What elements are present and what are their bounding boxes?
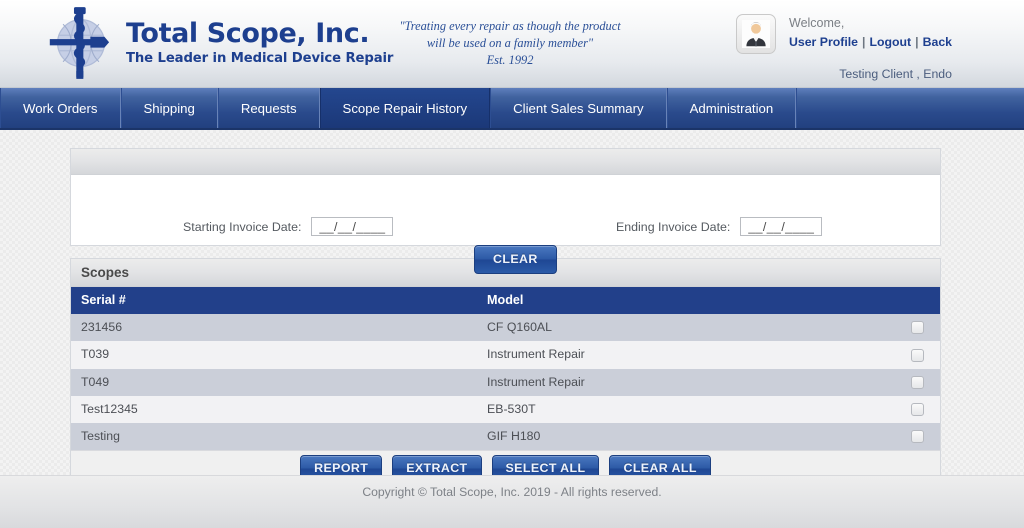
- scopes-panel: Scopes Serial # Model 231456 CF Q160AL T…: [70, 258, 941, 488]
- cell-select: [894, 423, 940, 451]
- cell-serial: Testing: [71, 423, 478, 451]
- client-context-label: Testing Client , Endo: [839, 67, 952, 81]
- invoice-date-filter-panel: Starting Invoice Date: Ending Invoice Da…: [70, 148, 941, 274]
- cell-serial: T049: [71, 368, 478, 396]
- row-checkbox[interactable]: [910, 348, 924, 362]
- main-navigation: Work Orders Shipping Requests Scope Repa…: [0, 88, 1024, 130]
- cell-select: [894, 368, 940, 396]
- user-profile-link[interactable]: User Profile: [789, 35, 858, 49]
- starting-invoice-date-label: Starting Invoice Date:: [183, 219, 302, 234]
- nav-item-requests[interactable]: Requests: [217, 88, 320, 128]
- scopes-table-header: Serial # Model: [71, 287, 940, 314]
- brand-logo-block[interactable]: Total Scope, Inc. The Leader in Medical …: [42, 4, 393, 82]
- nav-filler: [796, 88, 1024, 128]
- filter-panel-body: Starting Invoice Date: Ending Invoice Da…: [71, 175, 940, 274]
- table-row[interactable]: Test12345 EB-530T: [71, 395, 940, 423]
- scope-caduceus-globe-logo-icon: [49, 7, 110, 79]
- table-row[interactable]: T049 Instrument Repair: [71, 368, 940, 396]
- row-checkbox[interactable]: [910, 375, 924, 389]
- nav-item-administration[interactable]: Administration: [666, 88, 797, 128]
- ending-invoice-date-input[interactable]: [740, 217, 823, 236]
- column-header-serial[interactable]: Serial #: [71, 287, 478, 314]
- row-checkbox[interactable]: [910, 321, 924, 335]
- ending-invoice-date-label: Ending Invoice Date:: [616, 219, 731, 234]
- cell-select: [894, 395, 940, 423]
- link-separator-1: |: [862, 35, 866, 50]
- nav-item-work-orders[interactable]: Work Orders: [0, 88, 121, 128]
- clear-button[interactable]: CLEAR: [474, 245, 557, 274]
- link-separator-2: |: [915, 35, 919, 50]
- cell-model: Instrument Repair: [477, 368, 895, 396]
- user-links-block: Welcome, User Profile | Logout | Back: [789, 14, 952, 52]
- cell-model: GIF H180: [477, 423, 895, 451]
- cell-model: Instrument Repair: [477, 341, 895, 369]
- ending-invoice-date-field: Ending Invoice Date:: [616, 217, 823, 236]
- column-header-model[interactable]: Model: [477, 287, 895, 314]
- user-link-row: User Profile | Logout | Back: [789, 34, 952, 52]
- nav-item-client-sales-summary[interactable]: Client Sales Summary: [490, 88, 667, 128]
- brand-text: Total Scope, Inc. The Leader in Medical …: [126, 18, 394, 66]
- row-checkbox[interactable]: [910, 403, 924, 416]
- cell-serial: T039: [71, 341, 478, 369]
- nav-item-shipping[interactable]: Shipping: [120, 88, 218, 128]
- user-avatar-icon[interactable]: [736, 14, 776, 54]
- cell-model: EB-530T: [477, 395, 895, 423]
- motto-established: Est. 1992: [486, 53, 534, 67]
- scopes-table: Serial # Model 231456 CF Q160AL T039 Ins…: [71, 287, 940, 451]
- company-motto: "Treating every repair as though the pro…: [370, 18, 650, 69]
- user-account-area: Welcome, User Profile | Logout | Back: [736, 14, 952, 54]
- logout-link[interactable]: Logout: [869, 35, 911, 49]
- cell-select: [894, 314, 940, 342]
- table-header-row: Serial # Model: [71, 287, 940, 314]
- nav-item-scope-repair-history[interactable]: Scope Repair History: [319, 88, 491, 128]
- table-row[interactable]: 231456 CF Q160AL: [71, 314, 940, 342]
- starting-invoice-date-input[interactable]: [311, 217, 394, 236]
- motto-line-1: "Treating every repair as though the pro…: [399, 19, 621, 33]
- table-row[interactable]: Testing GIF H180: [71, 423, 940, 451]
- cell-select: [894, 341, 940, 369]
- row-checkbox[interactable]: [910, 430, 924, 444]
- company-tagline: The Leader in Medical Device Repair: [126, 50, 394, 66]
- cell-serial: Test12345: [71, 395, 478, 423]
- column-header-select: [894, 287, 940, 314]
- site-footer: Copyright © Total Scope, Inc. 2019 - All…: [0, 475, 1024, 528]
- cell-serial: 231456: [71, 314, 478, 342]
- cell-model: CF Q160AL: [477, 314, 895, 342]
- welcome-text: Welcome,: [789, 16, 845, 30]
- back-link[interactable]: Back: [923, 35, 952, 49]
- starting-invoice-date-field: Starting Invoice Date:: [183, 217, 394, 236]
- scopes-table-body: 231456 CF Q160AL T039 Instrument Repair …: [71, 314, 940, 451]
- motto-line-2: will be used on a family member": [426, 36, 594, 50]
- table-row[interactable]: T039 Instrument Repair: [71, 341, 940, 369]
- site-header: Total Scope, Inc. The Leader in Medical …: [0, 0, 1024, 88]
- filter-panel-header: [71, 149, 940, 175]
- main-content: Starting Invoice Date: Ending Invoice Da…: [70, 148, 941, 488]
- company-name: Total Scope, Inc.: [126, 18, 370, 50]
- copyright-text: Copyright © Total Scope, Inc. 2019 - All…: [362, 485, 662, 499]
